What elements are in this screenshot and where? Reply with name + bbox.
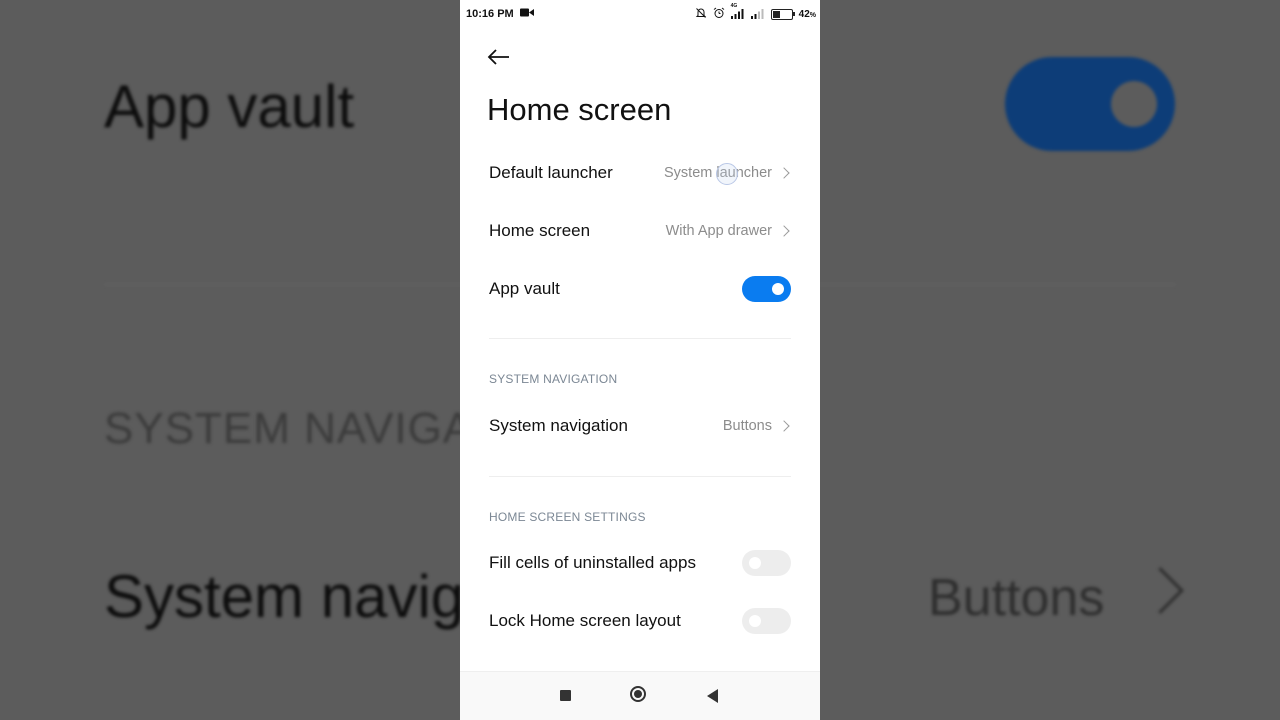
section-header-system-navigation: SYSTEM NAVIGATION [489,372,618,386]
app-vault-row[interactable]: App vault [489,269,791,309]
navigation-bar [460,671,820,720]
page-title: Home screen [487,92,672,127]
toggle-knob [749,557,761,569]
bg-app-vault-toggle [1005,57,1175,151]
chevron-right-icon [778,167,790,179]
status-icons: 4G 42% [695,3,816,22]
home-screen-value-group: With App drawer [666,223,791,239]
signal-bars-icon [750,8,765,22]
fill-cells-label: Fill cells of uninstalled apps [489,553,696,572]
lock-layout-toggle[interactable] [742,608,791,634]
system-navigation-value-group: Buttons [723,418,791,434]
time-text: 10:16 PM [466,8,514,20]
video-camera-icon [519,8,534,20]
signal-bars-icon: 4G [730,3,745,22]
alarm-clock-icon [713,7,725,22]
square-icon[interactable] [560,690,571,701]
lock-layout-label: Lock Home screen layout [489,611,681,630]
home-screen-row[interactable]: Home screen With App drawer [489,211,791,251]
battery-percent-number: 42 [798,9,810,20]
network-type-label: 4G [730,2,738,9]
chevron-right-icon [778,420,790,432]
battery-fill [772,11,780,18]
app-vault-toggle[interactable] [742,276,791,302]
lock-layout-row[interactable]: Lock Home screen layout [489,601,791,641]
battery-percent-symbol: % [809,12,816,19]
circle-icon[interactable] [630,686,646,702]
default-launcher-row[interactable]: Default launcher System launcher [489,153,791,193]
bg-toggle-knob [1111,81,1157,127]
fill-cells-row[interactable]: Fill cells of uninstalled apps [489,543,791,583]
toggle-knob [749,615,761,627]
phone-screen: 10:16 PM 4G 42% Home screen Default laun… [460,0,820,720]
system-navigation-label: System navigation [489,416,628,435]
home-screen-label: Home screen [489,221,591,240]
bg-chevron-right-icon [1137,567,1184,614]
arrow-left-icon [487,49,509,65]
system-navigation-row[interactable]: System navigation Buttons [489,406,791,446]
system-navigation-value: Buttons [722,418,772,434]
bg-buttons-text: Buttons [928,569,1105,627]
touch-indicator [716,163,738,185]
chevron-right-icon [778,225,790,237]
status-bar: 10:16 PM 4G 42% [460,0,820,28]
home-screen-value: With App drawer [665,223,772,239]
triangle-back-icon[interactable] [707,689,718,703]
battery-percent: 42% [799,9,816,20]
bell-off-icon [695,7,707,22]
back-button[interactable] [486,44,512,70]
app-vault-label: App vault [489,279,560,298]
divider [489,338,791,339]
section-header-home-screen-settings: HOME SCREEN SETTINGS [489,510,646,524]
battery-icon [770,9,795,20]
default-launcher-label: Default launcher [489,163,613,182]
divider [489,476,791,477]
fill-cells-toggle[interactable] [742,550,791,576]
status-time: 10:16 PM [466,8,534,20]
bg-app-vault-text: App vault [104,73,355,140]
toggle-knob [772,283,784,295]
